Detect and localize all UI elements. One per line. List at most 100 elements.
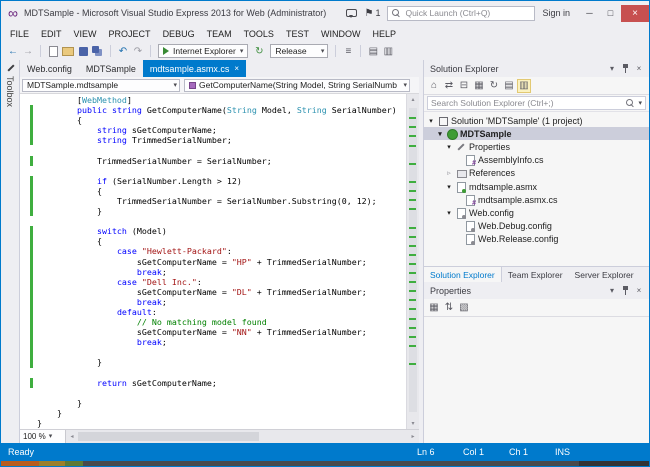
code-line[interactable]: break; bbox=[20, 297, 406, 307]
tree-item-web.release.config[interactable]: Web.Release.config bbox=[424, 233, 649, 246]
scroll-right-icon[interactable]: ▸ bbox=[407, 430, 419, 443]
expanded-arrow-icon[interactable]: ▾ bbox=[445, 209, 453, 217]
forward-icon[interactable] bbox=[21, 44, 35, 58]
solution-configurations-select[interactable]: Release ▾ bbox=[270, 44, 328, 58]
redo-icon[interactable] bbox=[131, 44, 145, 58]
code-line[interactable] bbox=[20, 166, 406, 176]
close-icon[interactable]: × bbox=[634, 64, 644, 74]
home-icon[interactable] bbox=[427, 79, 441, 93]
tree-item-properties[interactable]: ▾Properties bbox=[424, 140, 649, 153]
alphabetical-icon[interactable] bbox=[442, 301, 456, 315]
save-icon[interactable] bbox=[76, 44, 90, 58]
code-line[interactable]: break; bbox=[20, 337, 406, 347]
panel-tab-solution-explorer[interactable]: Solution Explorer bbox=[424, 267, 502, 282]
new-file-icon[interactable] bbox=[46, 44, 60, 58]
close-tab-icon[interactable]: × bbox=[234, 65, 239, 73]
code-line[interactable]: string TrimmedSerialNumber; bbox=[20, 135, 406, 145]
code-line[interactable]: } bbox=[20, 398, 406, 408]
code-line[interactable]: } bbox=[20, 206, 406, 216]
code-area[interactable]: [WebMethod] public string GetComputerNam… bbox=[20, 94, 406, 429]
code-line[interactable]: } bbox=[20, 408, 406, 418]
collapse-all-icon[interactable] bbox=[457, 79, 471, 93]
expanded-arrow-icon[interactable]: ▾ bbox=[445, 183, 453, 191]
property-pages-icon[interactable] bbox=[457, 301, 471, 315]
code-line[interactable] bbox=[20, 347, 406, 357]
uncomment-icon[interactable] bbox=[381, 44, 395, 58]
properties-icon[interactable] bbox=[502, 79, 516, 93]
feedback-icon[interactable] bbox=[346, 9, 357, 17]
expanded-arrow-icon[interactable]: ▾ bbox=[427, 117, 435, 125]
code-line[interactable]: case "Dell Inc.": bbox=[20, 277, 406, 287]
show-all-files-icon[interactable] bbox=[472, 79, 486, 93]
expanded-arrow-icon[interactable]: ▾ bbox=[445, 143, 453, 151]
vscroll-thumb[interactable] bbox=[409, 108, 417, 412]
code-line[interactable]: { bbox=[20, 186, 406, 196]
notifications-button[interactable]: ⚑ 1 bbox=[364, 8, 380, 19]
code-line[interactable]: sGetComputerName = "HP" + TrimmedSerialN… bbox=[20, 257, 406, 267]
format-document-icon[interactable] bbox=[341, 44, 355, 58]
code-line[interactable]: if (SerialNumber.Length > 12) bbox=[20, 176, 406, 186]
code-line[interactable]: string sGetComputerName; bbox=[20, 125, 406, 135]
code-line[interactable]: return sGetComputerName; bbox=[20, 378, 406, 388]
tab-mdtsample.asmx.cs[interactable]: mdtsample.asmx.cs× bbox=[143, 60, 246, 77]
code-line[interactable]: sGetComputerName = "NN" + TrimmedSerialN… bbox=[20, 327, 406, 337]
code-line[interactable]: // No matching model found bbox=[20, 317, 406, 327]
code-line[interactable] bbox=[20, 145, 406, 155]
types-dropdown[interactable]: MDTSample.mdtsample ▾ bbox=[22, 79, 180, 92]
toolbox-tab[interactable]: Toolbox bbox=[1, 60, 20, 443]
members-dropdown[interactable]: GetComputerName(String Model, String Ser… bbox=[184, 79, 410, 92]
menu-tools[interactable]: TOOLS bbox=[238, 25, 280, 42]
minimize-button[interactable]: ─ bbox=[579, 5, 600, 22]
scroll-up-icon[interactable]: ▴ bbox=[407, 94, 419, 105]
scroll-down-icon[interactable]: ▾ bbox=[407, 418, 419, 429]
panel-tab-team-explorer[interactable]: Team Explorer bbox=[502, 267, 569, 282]
scroll-left-icon[interactable]: ◂ bbox=[66, 430, 78, 443]
code-line[interactable] bbox=[20, 216, 406, 226]
menu-project[interactable]: PROJECT bbox=[103, 25, 157, 42]
tree-item-web.config[interactable]: ▾Web.config bbox=[424, 206, 649, 219]
code-line[interactable]: TrimmedSerialNumber = SerialNumber.Subst… bbox=[20, 196, 406, 206]
code-line[interactable]: switch (Model) bbox=[20, 226, 406, 236]
tab-web.config[interactable]: Web.config bbox=[20, 60, 79, 77]
menu-test[interactable]: TEST bbox=[280, 25, 315, 42]
code-line[interactable]: TrimmedSerialNumber = SerialNumber; bbox=[20, 156, 406, 166]
open-folder-icon[interactable] bbox=[61, 44, 75, 58]
code-line[interactable]: { bbox=[20, 115, 406, 125]
code-line[interactable]: { bbox=[20, 236, 406, 246]
hscroll-thumb[interactable] bbox=[78, 432, 259, 441]
sign-in-link[interactable]: Sign in bbox=[542, 8, 570, 18]
code-editor[interactable]: [WebMethod] public string GetComputerNam… bbox=[20, 94, 419, 429]
refresh-icon[interactable] bbox=[487, 79, 501, 93]
tree-item-solution-mdtsample-1-project-[interactable]: ▾Solution 'MDTSample' (1 project) bbox=[424, 114, 649, 127]
quick-launch-input[interactable]: Quick Launch (Ctrl+Q) bbox=[387, 6, 535, 21]
editor-vscrollbar[interactable]: ▴ ▾ bbox=[406, 94, 419, 429]
menu-edit[interactable]: EDIT bbox=[35, 25, 68, 42]
code-line[interactable]: public string GetComputerName(String Mod… bbox=[20, 105, 406, 115]
tree-item-mdtsample[interactable]: ▾MDTSample bbox=[424, 127, 649, 140]
categorized-icon[interactable] bbox=[427, 301, 441, 315]
tree-item-mdtsample.asmx.cs[interactable]: mdtsample.asmx.cs bbox=[424, 193, 649, 206]
close-button[interactable]: × bbox=[621, 5, 649, 22]
expanded-arrow-icon[interactable]: ▾ bbox=[436, 130, 444, 138]
sync-with-active-document-icon[interactable] bbox=[442, 79, 456, 93]
pin-icon[interactable] bbox=[622, 286, 629, 296]
tab-mdtsample[interactable]: MDTSample bbox=[79, 60, 143, 77]
close-icon[interactable]: × bbox=[634, 286, 644, 296]
menu-help[interactable]: HELP bbox=[366, 25, 402, 42]
tree-item-assemblyinfo.cs[interactable]: AssemblyInfo.cs bbox=[424, 154, 649, 167]
restore-button[interactable]: □ bbox=[600, 5, 621, 22]
zoom-select[interactable]: 100 % ▾ bbox=[20, 430, 66, 443]
solution-search-input[interactable]: Search Solution Explorer (Ctrl+;) ▾ bbox=[427, 96, 646, 110]
menu-view[interactable]: VIEW bbox=[68, 25, 103, 42]
save-all-icon[interactable] bbox=[91, 44, 105, 58]
editor-hscroll-track[interactable] bbox=[78, 430, 407, 443]
editor-vscroll-track[interactable] bbox=[407, 105, 419, 418]
comment-icon[interactable] bbox=[366, 44, 380, 58]
browser-link-refresh-icon[interactable] bbox=[252, 44, 266, 58]
run-button[interactable]: Internet Explorer ▾ bbox=[158, 44, 248, 58]
panel-tab-server-explorer[interactable]: Server Explorer bbox=[569, 267, 640, 282]
tree-item-web.debug.config[interactable]: Web.Debug.config bbox=[424, 220, 649, 233]
code-line[interactable] bbox=[20, 388, 406, 398]
tree-item-mdtsample.asmx[interactable]: ▾mdtsample.asmx bbox=[424, 180, 649, 193]
preview-icon[interactable] bbox=[517, 79, 531, 93]
